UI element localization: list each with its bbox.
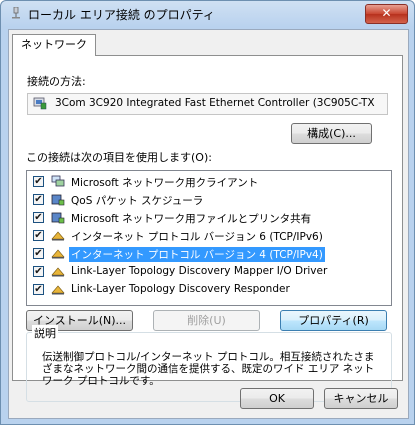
dialog-window: ローカル エリア接続 のプロパティ ✕ ネットワーク 接続の方法: 3Com 3… [0, 0, 415, 425]
list-item[interactable]: ✔ QoS パケット スケジューラ [29, 192, 389, 208]
checkbox[interactable]: ✔ [33, 176, 44, 187]
list-item[interactable]: ✔ インターネット プロトコル バージョン 4 (TCP/IPv4) [29, 246, 389, 262]
list-item[interactable]: ✔ Microsoft ネットワーク用ファイルとプリンタ共有 [29, 210, 389, 226]
items-list[interactable]: ✔ Microsoft ネットワーク用クライアント ✔ QoS パケット スケジ… [26, 170, 392, 306]
checkbox[interactable]: ✔ [33, 284, 44, 295]
configure-button[interactable]: 構成(C)... [291, 123, 372, 144]
title-bar[interactable]: ローカル エリア接続 のプロパティ ✕ [1, 1, 414, 27]
window-title: ローカル エリア接続 のプロパティ [28, 8, 215, 22]
protocol-icon [51, 267, 65, 277]
cancel-button[interactable]: キャンセル [324, 388, 398, 409]
file-printer-sharing-icon [51, 212, 65, 224]
item-label-selected: インターネット プロトコル バージョン 4 (TCP/IPv4) [69, 247, 325, 262]
item-label: Link-Layer Topology Discovery Responder [71, 283, 290, 295]
checkbox[interactable]: ✔ [33, 266, 44, 277]
tab-network[interactable]: ネットワーク [12, 34, 96, 56]
list-item[interactable]: ✔ Microsoft ネットワーク用クライアント [29, 174, 389, 190]
item-label: Microsoft ネットワーク用クライアント [71, 177, 259, 189]
item-label: Microsoft ネットワーク用ファイルとプリンタ共有 [71, 213, 312, 225]
network-tab-pane: 接続の方法: 3Com 3C920 Integrated Fast Ethern… [12, 55, 403, 402]
network-client-icon [51, 175, 65, 187]
adapter-name: 3Com 3C920 Integrated Fast Ethernet Cont… [55, 97, 375, 109]
close-icon: ✕ [381, 6, 392, 20]
connect-using-label: 接続の方法: [27, 75, 86, 88]
item-label: Link-Layer Topology Discovery Mapper I/O… [71, 265, 328, 277]
network-adapter-icon [33, 97, 47, 110]
list-item[interactable]: ✔ インターネット プロトコル バージョン 6 (TCP/IPv6) [29, 228, 389, 244]
list-item[interactable]: ✔ Link-Layer Topology Discovery Responde… [29, 282, 389, 298]
network-connection-icon [12, 7, 20, 19]
checkbox[interactable]: ✔ [33, 194, 44, 205]
checkbox[interactable]: ✔ [33, 212, 44, 223]
protocol-icon [51, 285, 65, 295]
item-label: インターネット プロトコル バージョン 6 (TCP/IPv6) [71, 231, 323, 243]
checkbox[interactable]: ✔ [33, 248, 44, 259]
qos-scheduler-icon [51, 194, 65, 206]
ok-button[interactable]: OK [240, 388, 314, 409]
close-button[interactable]: ✕ [365, 4, 408, 24]
list-item[interactable]: ✔ Link-Layer Topology Discovery Mapper I… [29, 264, 389, 280]
description-text: 伝送制御プロトコル/インターネット プロトコル。相互接続されたさまざまなネットワ… [42, 351, 375, 387]
protocol-icon [51, 249, 65, 259]
dialog-client-area: ネットワーク 接続の方法: 3Com 3C920 Integrated Fast… [8, 29, 409, 419]
checkbox[interactable]: ✔ [33, 230, 44, 241]
uninstall-button[interactable]: 削除(U) [153, 310, 260, 331]
items-label: この接続は次の項目を使用します(O): [26, 151, 212, 164]
adapter-name-box: 3Com 3C920 Integrated Fast Ethernet Cont… [27, 93, 388, 115]
description-title: 説明 [32, 325, 58, 341]
tab-network-label: ネットワーク [21, 38, 87, 51]
properties-button[interactable]: プロパティ(R) [280, 310, 387, 331]
protocol-icon [51, 231, 65, 241]
item-label: QoS パケット スケジューラ [71, 195, 204, 207]
